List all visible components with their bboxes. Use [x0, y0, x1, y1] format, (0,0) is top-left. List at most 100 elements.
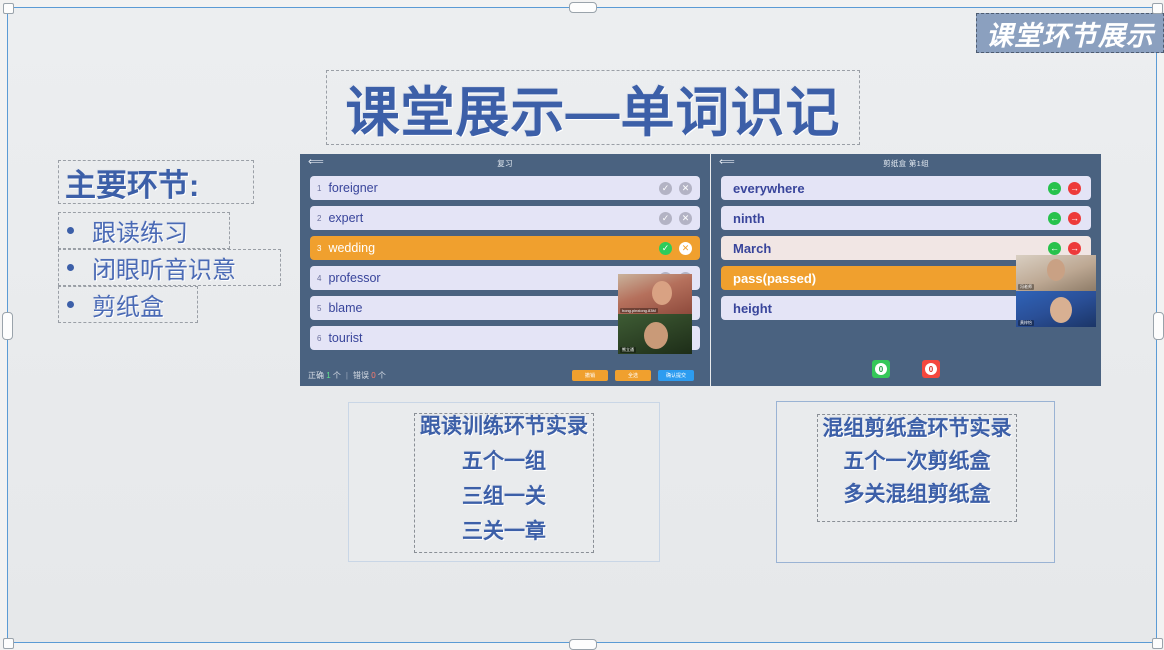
word-row-active[interactable]: 3 wedding ✓ ✕	[310, 236, 700, 260]
caption-line: 五个一次剪纸盒	[843, 450, 991, 473]
word-index: 2	[317, 213, 322, 223]
word-label: blame	[328, 301, 363, 315]
word-row-actions: ← →	[1048, 211, 1081, 225]
video-tile[interactable]: 冯老师	[1016, 255, 1096, 291]
word-row-actions: ← →	[1048, 241, 1081, 255]
bullet-dot-icon	[67, 227, 74, 234]
word-row[interactable]: ninth ← →	[721, 206, 1091, 230]
word-row[interactable]: 1 foreigner ✓ ✕	[310, 176, 700, 200]
wrong-counter-badge[interactable]: 0	[922, 360, 940, 378]
wrong-counter-value: 0	[925, 363, 937, 375]
powerpoint-slide-canvas: 课堂环节展示 课堂展示—单词识记 主要环节: 跟读练习 闭眼听音识意 剪纸盒 ⟸…	[0, 0, 1164, 650]
check-icon[interactable]: ✓	[659, 181, 672, 195]
word-label: ninth	[733, 210, 765, 226]
word-index: 6	[317, 333, 322, 343]
arrow-left-icon[interactable]: ←	[1048, 181, 1061, 195]
word-label: foreigner	[328, 181, 378, 195]
agenda-heading: 主要环节:	[65, 167, 200, 203]
caption-right-text-placeholder: 混组剪纸盒环节实录 五个一次剪纸盒 多关混组剪纸盒	[817, 414, 1017, 522]
caption-box-right[interactable]: 混组剪纸盒环节实录 五个一次剪纸盒 多关混组剪纸盒	[776, 401, 1055, 563]
resize-handle-top-right[interactable]	[1152, 3, 1163, 14]
agenda-bullet-2[interactable]: 闭眼听音识意	[58, 249, 281, 286]
caption-line: 跟读训练环节实录	[420, 415, 588, 438]
select-all-button[interactable]: 全选	[615, 369, 651, 381]
caption-line: 五个一组	[462, 450, 546, 473]
status-separator: |	[345, 370, 348, 380]
wrong-label: 错误	[353, 370, 369, 380]
correct-count: 1	[326, 370, 331, 380]
resize-handle-bottom[interactable]	[569, 639, 597, 650]
video-tile[interactable]: hong.pinxiong.83M	[618, 274, 692, 314]
video-participant-name: hong.pinxiong.83M	[620, 308, 658, 313]
correct-counter-badge[interactable]: 0	[872, 360, 890, 378]
check-icon[interactable]: ✓	[659, 241, 672, 255]
arrow-right-icon[interactable]: →	[1068, 241, 1081, 255]
undo-button[interactable]: 撤销	[572, 369, 608, 381]
word-label: tourist	[328, 331, 363, 345]
back-arrow-icon[interactable]: ⟸	[719, 157, 735, 168]
video-participant-name: 黄梓怡	[1018, 320, 1034, 326]
cross-icon[interactable]: ✕	[679, 181, 692, 195]
word-label: height	[733, 300, 772, 316]
correct-unit: 个	[332, 370, 341, 380]
word-row-actions: ✓ ✕	[659, 211, 692, 225]
caption-left-text-placeholder: 跟读训练环节实录 五个一组 三组一关 三关一章	[414, 413, 594, 553]
app-right-title: 剪纸盒 第1组	[883, 158, 929, 168]
app-left-title: 复习	[497, 158, 513, 168]
agenda-bullet-1[interactable]: 跟读练习	[58, 212, 230, 249]
bullet-dot-icon	[67, 301, 74, 308]
status-text: 正确 1 个 | 错误 0 个	[308, 370, 386, 381]
agenda-heading-placeholder[interactable]: 主要环节:	[58, 160, 254, 204]
slide-title-placeholder[interactable]: 课堂展示—单词识记	[326, 70, 860, 145]
section-badge-label: 课堂环节展示	[986, 20, 1154, 51]
check-icon[interactable]: ✓	[659, 211, 672, 225]
word-index: 5	[317, 303, 322, 313]
word-index: 1	[317, 183, 322, 193]
arrow-left-icon[interactable]: ←	[1048, 241, 1061, 255]
page-title: 课堂展示—单词识记	[345, 83, 841, 143]
resize-handle-top[interactable]	[569, 2, 597, 13]
word-label: March	[733, 240, 772, 256]
caption-line: 多关混组剪纸盒	[843, 483, 991, 506]
resize-handle-right[interactable]	[1153, 312, 1164, 340]
app-left-header: ⟸ 复习	[300, 154, 710, 172]
app-right-counters: 0 0	[711, 360, 1101, 378]
resize-handle-bottom-left[interactable]	[3, 638, 14, 649]
resize-handle-top-left[interactable]	[3, 3, 14, 14]
word-row-actions: ✓ ✕	[659, 241, 692, 255]
caption-line: 三组一关	[462, 485, 546, 508]
word-label: pass(passed)	[733, 270, 817, 286]
video-tile[interactable]: 黄梓怡	[1016, 291, 1096, 327]
bullet-dot-icon	[67, 264, 74, 271]
word-index: 3	[317, 243, 322, 253]
word-label: expert	[328, 211, 364, 225]
correct-counter-value: 0	[875, 363, 887, 375]
cross-icon[interactable]: ✕	[679, 241, 692, 255]
word-row[interactable]: everywhere ← →	[721, 176, 1091, 200]
caption-line: 混组剪纸盒环节实录	[822, 417, 1012, 440]
app-left-status-bar: 正确 1 个 | 错误 0 个 撤销 全选 确认提交	[300, 364, 710, 386]
back-arrow-icon[interactable]: ⟸	[308, 157, 324, 168]
slide-frame[interactable]: 课堂环节展示 课堂展示—单词识记 主要环节: 跟读练习 闭眼听音识意 剪纸盒 ⟸…	[7, 7, 1164, 643]
arrow-left-icon[interactable]: ←	[1048, 211, 1061, 225]
video-tile[interactable]: 熊立通	[618, 314, 692, 354]
wrong-unit: 个	[377, 370, 386, 380]
video-tiles-right: 冯老师 黄梓怡	[1016, 255, 1096, 327]
section-badge[interactable]: 课堂环节展示	[976, 13, 1164, 53]
wrong-count: 0	[371, 370, 376, 380]
confirm-submit-button[interactable]: 确认提交	[658, 369, 694, 381]
resize-handle-left[interactable]	[2, 312, 13, 340]
agenda-bullet-label: 闭眼听音识意	[92, 257, 236, 284]
arrow-right-icon[interactable]: →	[1068, 211, 1081, 225]
word-label: professor	[328, 271, 381, 285]
word-label: wedding	[328, 241, 376, 255]
resize-handle-bottom-right[interactable]	[1152, 638, 1163, 649]
word-index: 4	[317, 273, 322, 283]
caption-line: 三关一章	[462, 520, 546, 543]
cross-icon[interactable]: ✕	[679, 211, 692, 225]
caption-box-left[interactable]: 跟读训练环节实录 五个一组 三组一关 三关一章	[348, 402, 660, 562]
word-row[interactable]: 2 expert ✓ ✕	[310, 206, 700, 230]
arrow-right-icon[interactable]: →	[1068, 181, 1081, 195]
agenda-bullet-3[interactable]: 剪纸盒	[58, 286, 198, 323]
word-row-actions: ✓ ✕	[659, 181, 692, 195]
